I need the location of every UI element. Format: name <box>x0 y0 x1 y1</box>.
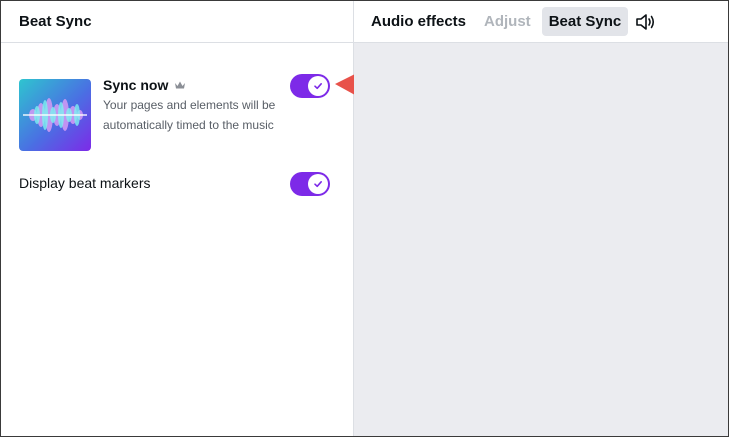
soundwave-icon <box>19 79 91 151</box>
toggle-knob <box>308 76 328 96</box>
crown-icon <box>174 80 186 90</box>
adjust-button[interactable]: Adjust <box>477 7 538 36</box>
editor-toolbar: Audio effects Adjust Beat Sync <box>354 1 728 43</box>
toggle-knob <box>308 174 328 194</box>
soundwave-thumbnail <box>19 79 91 151</box>
audio-effects-button[interactable]: Audio effects <box>364 7 473 36</box>
beat-sync-panel: Beat Sync Sync now Your pages and elemen… <box>1 1 445 436</box>
panel-title: Beat Sync <box>19 13 92 30</box>
beat-sync-button[interactable]: Beat Sync <box>541 7 629 36</box>
sync-now-title: Sync now <box>103 77 169 93</box>
sync-now-text: Sync now Your pages and elements will be… <box>103 77 293 135</box>
beat-markers-label: Display beat markers <box>19 175 151 191</box>
beat-markers-toggle[interactable] <box>290 172 330 196</box>
sync-now-description: Your pages and elements will be automati… <box>103 98 276 132</box>
checkmark-icon <box>314 83 322 90</box>
sync-now-toggle[interactable] <box>290 74 330 98</box>
panel-header: Beat Sync <box>1 1 353 43</box>
checkmark-icon <box>314 181 322 188</box>
canvas-area: Audio effects Adjust Beat Sync <box>354 1 728 436</box>
app-frame: Beat Sync Sync now Your pages and elemen… <box>0 0 729 437</box>
sync-now-title-row: Sync now <box>103 77 293 93</box>
speaker-icon[interactable] <box>634 12 656 32</box>
sync-now-row: Sync now Your pages and elements will be… <box>19 77 331 153</box>
